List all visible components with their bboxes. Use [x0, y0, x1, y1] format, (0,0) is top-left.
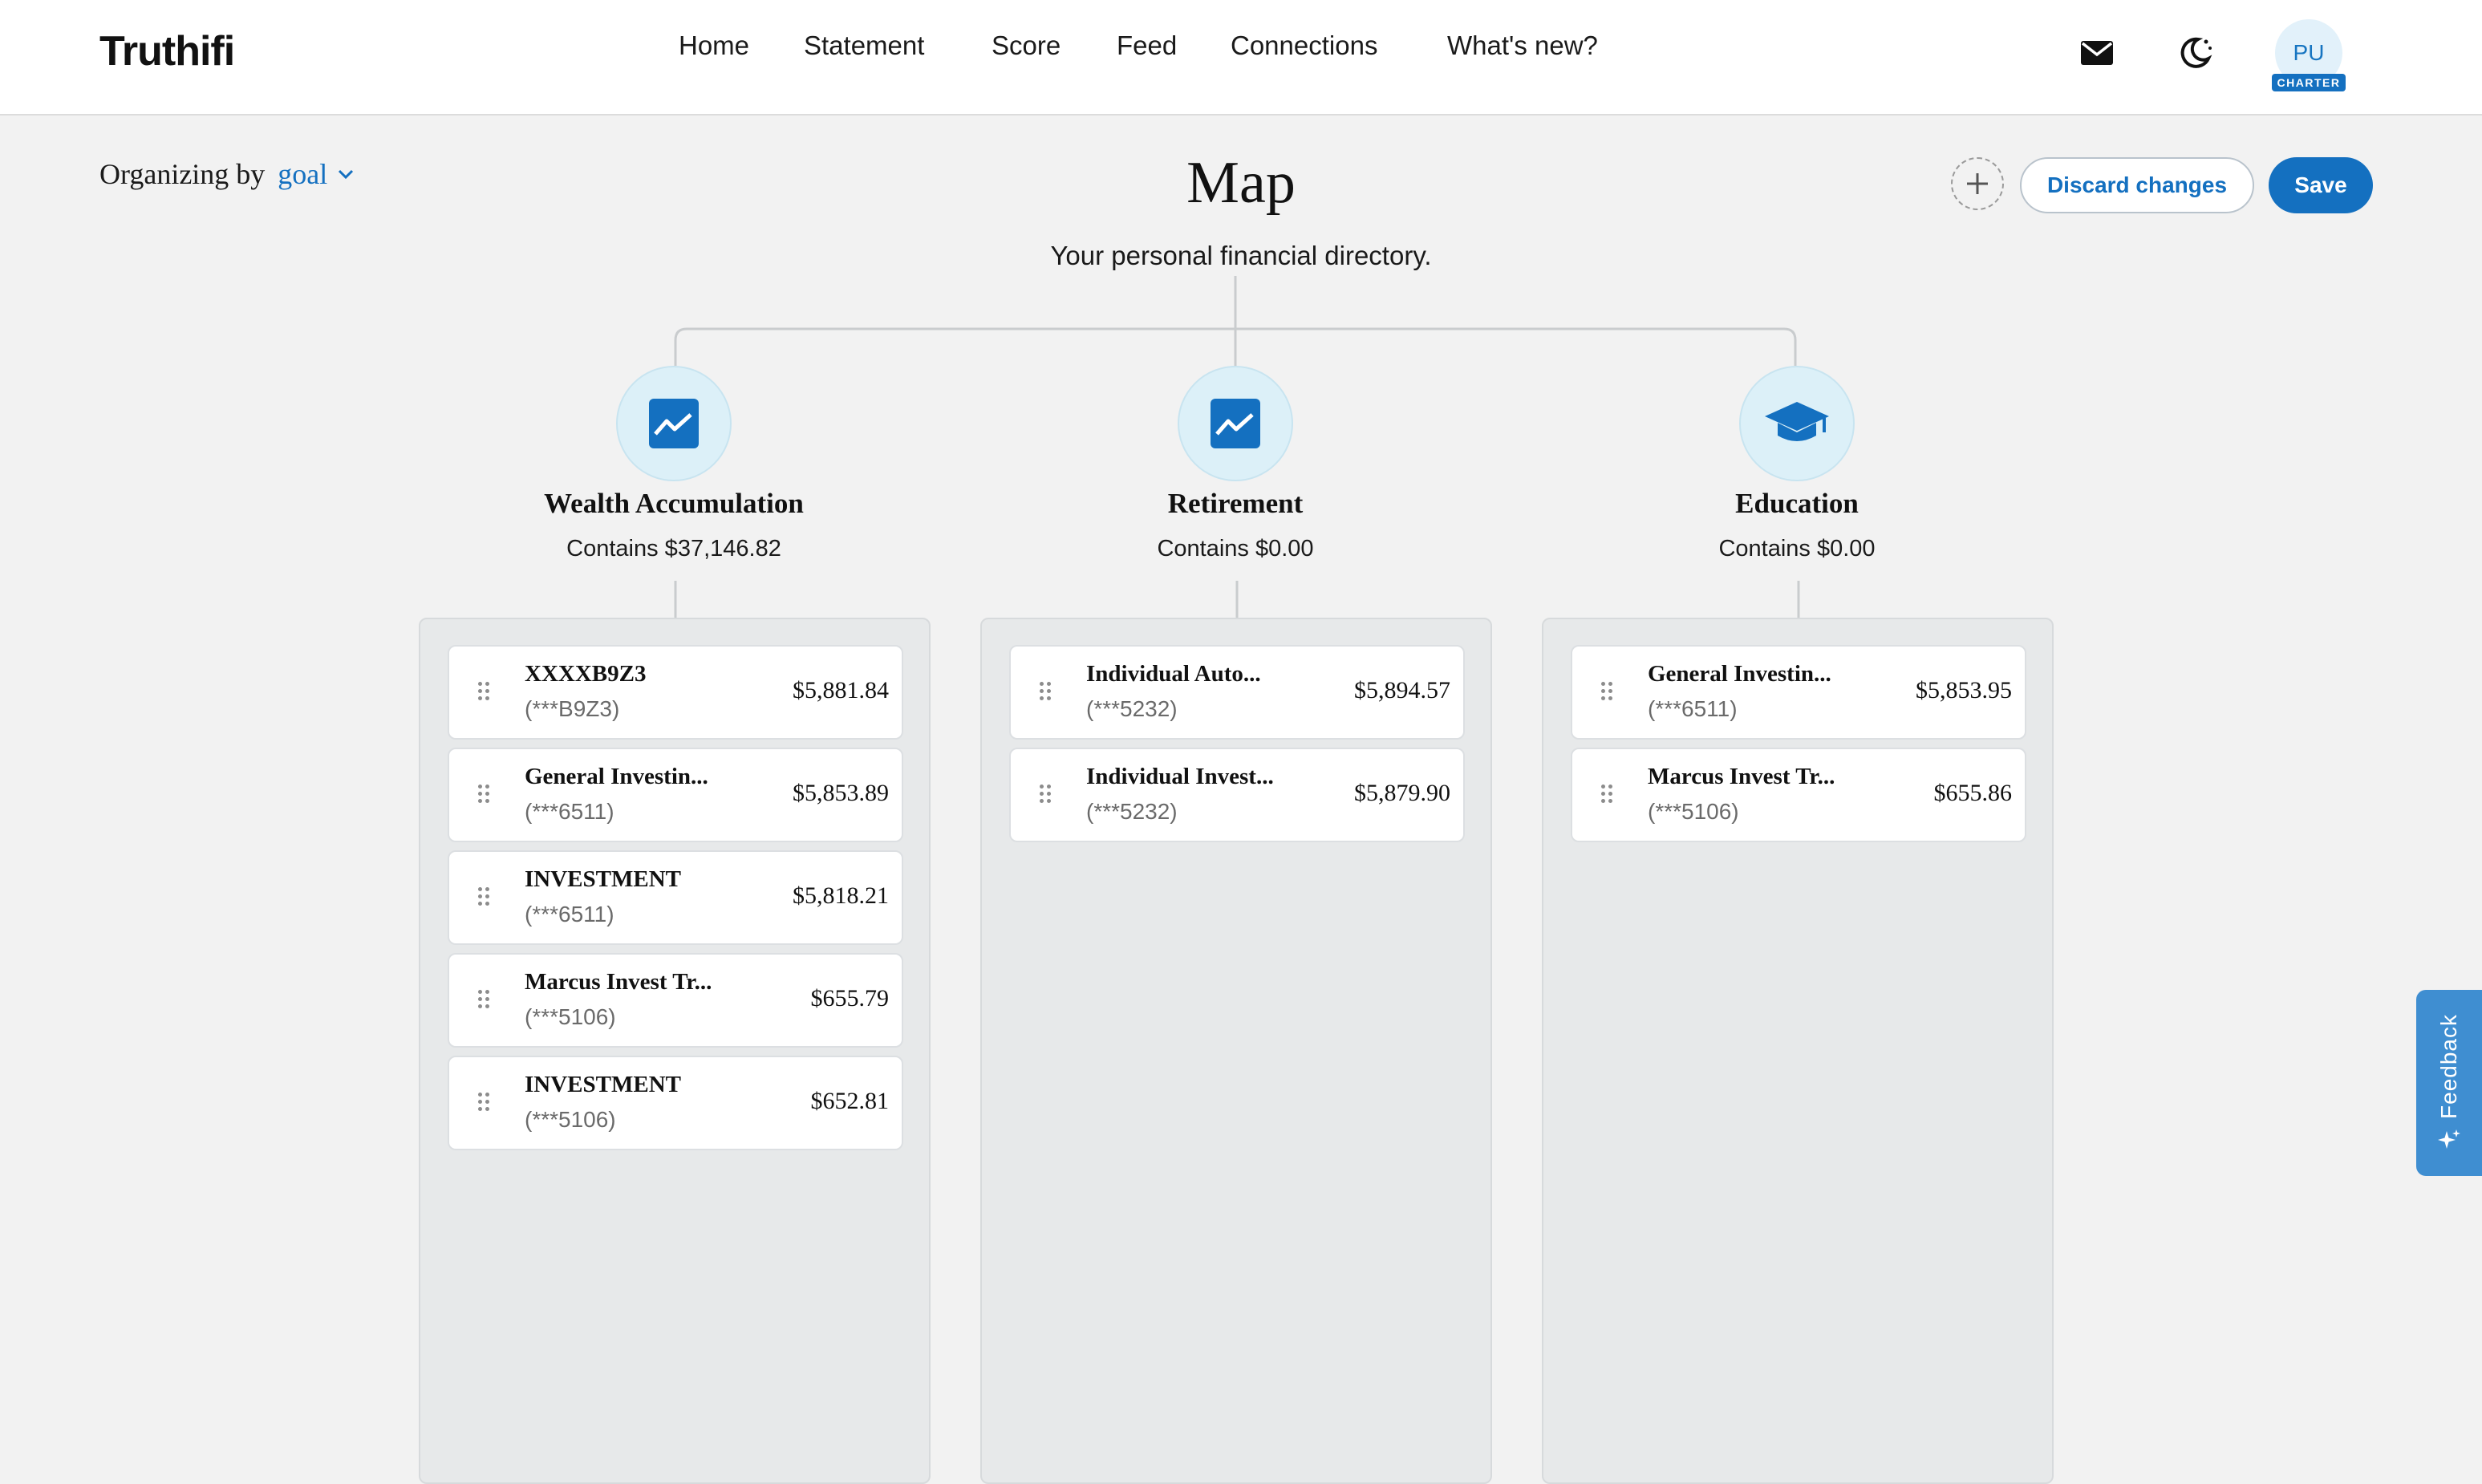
drag-handle-icon[interactable]	[478, 887, 491, 910]
goal-total: Contains $0.00	[1157, 536, 1314, 562]
nav-connections[interactable]: Connections	[1231, 30, 1377, 61]
add-goal-button[interactable]	[1951, 157, 2004, 210]
feedback-label: Feedback	[2436, 1013, 2461, 1119]
account-number: (***B9Z3)	[525, 696, 620, 721]
top-navigation-bar: Truthifi Home Statement Score Feed Conne…	[0, 0, 2482, 116]
account-balance: $655.79	[810, 985, 890, 1012]
account-number: (***6511)	[1648, 696, 1738, 721]
dark-mode-icon[interactable]	[2174, 32, 2216, 74]
account-balance: $5,894.57	[1354, 677, 1450, 703]
account-balance: $5,879.90	[1354, 780, 1450, 806]
goal-total: Contains $0.00	[1718, 536, 1876, 562]
plus-icon	[1967, 173, 1988, 194]
goal-name[interactable]: Education	[1540, 488, 2054, 520]
account-card[interactable]: XXXXB9Z3 (***B9Z3) $5,881.84	[448, 645, 903, 740]
account-balance: $652.81	[810, 1088, 890, 1114]
goal-icon-wealth-accumulation	[616, 366, 732, 481]
sparkle-icon	[2438, 1129, 2460, 1149]
chart-line-icon	[649, 399, 699, 448]
account-card[interactable]: Marcus Invest Tr... (***5106) $655.79	[448, 953, 903, 1048]
drag-handle-icon[interactable]	[1040, 785, 1052, 807]
goal-column-education[interactable]: General Investin... (***6511) $5,853.95 …	[1542, 618, 2054, 1484]
account-card[interactable]: INVESTMENT (***5106) $652.81	[448, 1056, 903, 1150]
drag-handle-icon[interactable]	[1601, 682, 1614, 704]
discard-changes-button[interactable]: Discard changes	[2020, 157, 2254, 213]
goal-icon-retirement	[1178, 366, 1293, 481]
account-balance: $5,853.95	[1916, 677, 2012, 703]
goal-total: Contains $37,146.82	[566, 536, 781, 562]
nav-feed[interactable]: Feed	[1117, 30, 1177, 61]
account-number: (***5106)	[525, 1107, 616, 1132]
drag-handle-icon[interactable]	[1040, 682, 1052, 704]
goal-column-wealth-accumulation[interactable]: XXXXB9Z3 (***B9Z3) $5,881.84 General Inv…	[419, 618, 931, 1484]
graduation-cap-icon	[1765, 402, 1829, 441]
account-card[interactable]: Individual Auto... (***5232) $5,894.57	[1009, 645, 1465, 740]
account-card[interactable]: Marcus Invest Tr... (***5106) $655.86	[1571, 748, 2026, 842]
feedback-tab[interactable]: Feedback	[2416, 990, 2482, 1176]
account-name: Marcus Invest Tr...	[1648, 764, 1835, 789]
account-number: (***5106)	[1648, 799, 1739, 824]
account-number: (***6511)	[525, 902, 614, 926]
account-number: (***6511)	[525, 799, 614, 824]
nav-score[interactable]: Score	[992, 30, 1061, 61]
drag-handle-icon[interactable]	[478, 785, 491, 807]
charter-badge: CHARTER	[2272, 74, 2346, 91]
drag-handle-icon[interactable]	[478, 1093, 491, 1115]
account-balance: $655.86	[1933, 780, 2013, 806]
account-balance: $5,818.21	[793, 882, 889, 909]
account-number: (***5232)	[1086, 799, 1178, 824]
drag-handle-icon[interactable]	[1601, 785, 1614, 807]
account-balance: $5,853.89	[793, 780, 889, 806]
save-button[interactable]: Save	[2269, 157, 2373, 213]
drag-handle-icon[interactable]	[478, 990, 491, 1012]
nav-whats-new[interactable]: What's new?	[1447, 30, 1598, 61]
nav-statement[interactable]: Statement	[804, 30, 924, 61]
goal-name[interactable]: Retirement	[979, 488, 1492, 520]
account-name: Marcus Invest Tr...	[525, 969, 712, 995]
account-name: INVESTMENT	[525, 866, 681, 892]
account-number: (***5232)	[1086, 696, 1178, 721]
goal-icon-education	[1739, 366, 1855, 481]
goal-name[interactable]: Wealth Accumulation	[417, 488, 931, 520]
account-card[interactable]: Individual Invest... (***5232) $5,879.90	[1009, 748, 1465, 842]
chart-line-icon	[1211, 399, 1260, 448]
account-balance: $5,881.84	[793, 677, 889, 703]
account-name: General Investin...	[525, 764, 708, 789]
account-name: Individual Auto...	[1086, 661, 1261, 687]
drag-handle-icon[interactable]	[478, 682, 491, 704]
account-card[interactable]: INVESTMENT (***6511) $5,818.21	[448, 850, 903, 945]
account-card[interactable]: General Investin... (***6511) $5,853.89	[448, 748, 903, 842]
account-card[interactable]: General Investin... (***6511) $5,853.95	[1571, 645, 2026, 740]
nav-home[interactable]: Home	[679, 30, 749, 61]
account-name: Individual Invest...	[1086, 764, 1274, 789]
account-name: XXXXB9Z3	[525, 661, 647, 687]
mail-icon[interactable]	[2076, 32, 2118, 74]
account-name: General Investin...	[1648, 661, 1831, 687]
goal-column-retirement[interactable]: Individual Auto... (***5232) $5,894.57 I…	[980, 618, 1492, 1484]
page-subtitle: Your personal financial directory.	[1050, 241, 1432, 270]
account-number: (***5106)	[525, 1004, 616, 1029]
account-name: INVESTMENT	[525, 1072, 681, 1097]
